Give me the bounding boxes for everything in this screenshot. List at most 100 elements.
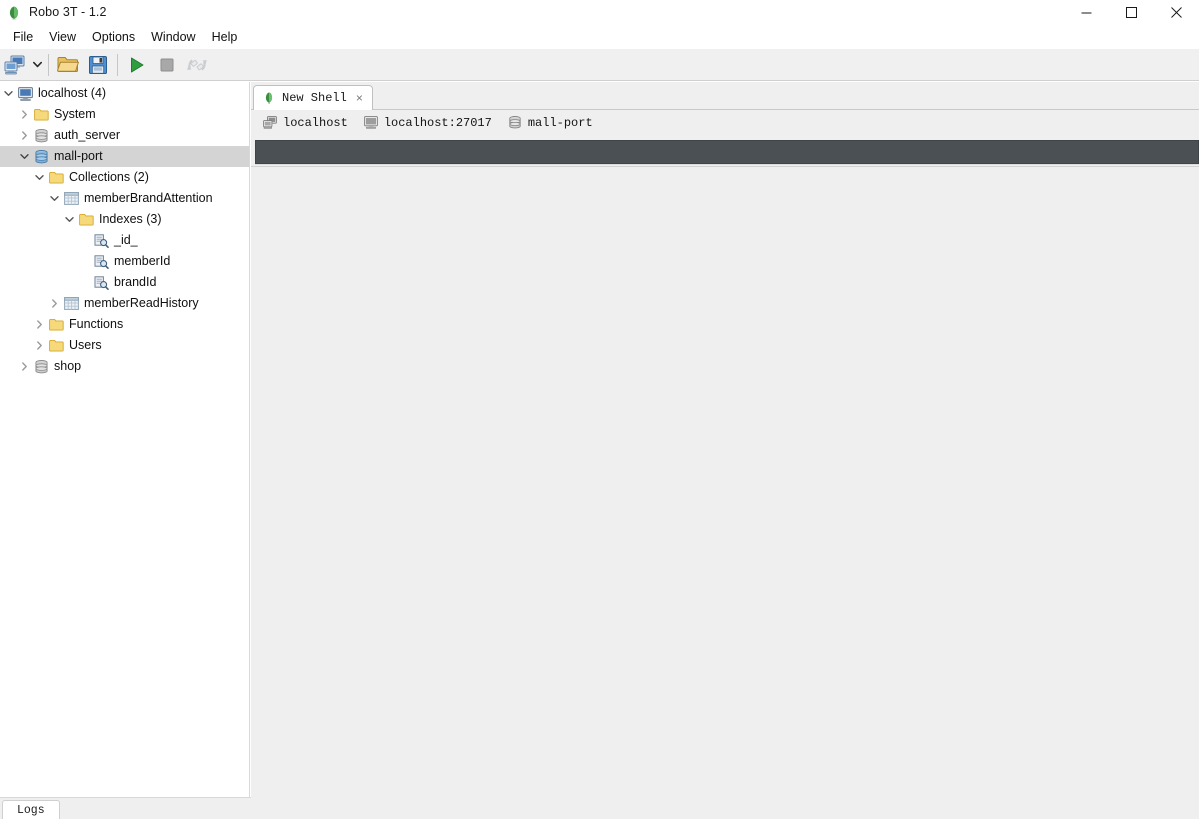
folder-icon bbox=[47, 314, 65, 335]
close-icon[interactable]: × bbox=[354, 91, 365, 105]
tree-item-users[interactable]: Users bbox=[0, 335, 249, 356]
open-script-button[interactable] bbox=[53, 50, 83, 80]
tree-item-localhost[interactable]: localhost (4) bbox=[0, 83, 249, 104]
tab-logs[interactable]: Logs bbox=[2, 800, 60, 819]
tree-item-collections[interactable]: Collections (2) bbox=[0, 167, 249, 188]
tree-item-mall-port[interactable]: mall-port bbox=[0, 146, 249, 167]
tree-item-auth-server[interactable]: auth_server bbox=[0, 125, 249, 146]
menu-item-help[interactable]: Help bbox=[204, 27, 246, 47]
shell-info-label: localhost bbox=[283, 116, 348, 130]
chevron-right-icon[interactable] bbox=[16, 125, 32, 146]
shell-info-label: mall-port bbox=[527, 116, 593, 130]
chevron-right-icon[interactable] bbox=[31, 335, 47, 356]
menu-item-view[interactable]: View bbox=[41, 27, 84, 47]
tree-item-system[interactable]: System bbox=[0, 104, 249, 125]
explorer-sidebar[interactable]: localhost (4) System auth_server mall-po… bbox=[0, 82, 250, 798]
chevron-down-icon bbox=[32, 61, 42, 68]
chevron-down-icon[interactable] bbox=[61, 209, 77, 230]
monitor-icon bbox=[363, 116, 378, 130]
chevron-down-icon[interactable] bbox=[46, 188, 62, 209]
stop-button[interactable] bbox=[152, 50, 182, 80]
tree-item-index-brandid[interactable]: brandId bbox=[0, 272, 249, 293]
tree-item-shop[interactable]: shop bbox=[0, 356, 249, 377]
save-script-button[interactable] bbox=[83, 50, 113, 80]
chevron-right-icon[interactable] bbox=[16, 104, 32, 125]
menu-bar: File View Options Window Help bbox=[0, 24, 1199, 49]
execute-button[interactable] bbox=[122, 50, 152, 80]
title-bar: Robo 3T - 1.2 bbox=[0, 0, 1199, 24]
title-bar-left: Robo 3T - 1.2 bbox=[0, 4, 107, 20]
index-icon bbox=[92, 230, 110, 251]
chevron-right-icon[interactable] bbox=[46, 293, 62, 314]
server-monitor-icon bbox=[16, 83, 34, 104]
database-gray-icon bbox=[508, 116, 522, 130]
main-content: New Shell × localhost localhost:27017 ma… bbox=[251, 82, 1199, 798]
tree-item-functions[interactable]: Functions bbox=[0, 314, 249, 335]
results-panel bbox=[251, 166, 1199, 798]
tab-logs-label: Logs bbox=[17, 803, 45, 817]
shell-info-database[interactable]: mall-port bbox=[508, 116, 593, 130]
tree-item-label: memberReadHistory bbox=[84, 296, 199, 310]
toolbar-group-execute bbox=[122, 49, 212, 80]
tree-item-label: _id_ bbox=[114, 233, 138, 247]
tree-item-label: Indexes (3) bbox=[99, 212, 162, 226]
chevron-down-icon[interactable] bbox=[16, 146, 32, 167]
mongodb-leaf-icon bbox=[263, 91, 275, 105]
play-triangle-icon bbox=[128, 56, 146, 74]
rotate-refresh-icon bbox=[186, 55, 208, 75]
folder-icon bbox=[47, 335, 65, 356]
window-controls bbox=[1064, 0, 1199, 24]
chevron-right-icon[interactable] bbox=[31, 314, 47, 335]
toolbar-separator-2 bbox=[117, 53, 118, 76]
index-icon bbox=[92, 251, 110, 272]
connect-button[interactable] bbox=[0, 50, 30, 80]
menu-item-file[interactable]: File bbox=[5, 27, 41, 47]
shell-info-label: localhost:27017 bbox=[383, 116, 492, 130]
folder-icon bbox=[47, 167, 65, 188]
tab-label: New Shell bbox=[282, 91, 347, 105]
tree-item-label: brandId bbox=[114, 275, 157, 289]
minimize-icon[interactable] bbox=[1064, 0, 1109, 24]
tree-item-label: memberId bbox=[114, 254, 171, 268]
menu-item-window[interactable]: Window bbox=[143, 27, 203, 47]
folder-icon bbox=[32, 104, 50, 125]
shell-info-host[interactable]: localhost bbox=[263, 116, 348, 130]
tree-item-index-memberid[interactable]: memberId bbox=[0, 251, 249, 272]
database-blue-icon bbox=[32, 146, 50, 167]
tree-item-index-id[interactable]: _id_ bbox=[0, 230, 249, 251]
bottom-dock: Logs bbox=[0, 798, 1199, 819]
tree-item-label: System bbox=[54, 107, 96, 121]
database-gray-icon bbox=[32, 125, 50, 146]
tree-item-label: Users bbox=[69, 338, 102, 352]
tree-item-label: memberBrandAttention bbox=[84, 191, 213, 205]
chevron-down-icon[interactable] bbox=[31, 167, 47, 188]
collection-grid-icon bbox=[62, 188, 80, 209]
tree-item-memberreadhistory[interactable]: memberReadHistory bbox=[0, 293, 249, 314]
window-title: Robo 3T - 1.2 bbox=[29, 5, 107, 19]
collection-grid-icon bbox=[62, 293, 80, 314]
refresh-button[interactable] bbox=[182, 50, 212, 80]
tree-item-indexes[interactable]: Indexes (3) bbox=[0, 209, 249, 230]
folder-icon bbox=[77, 209, 95, 230]
mongodb-leaf-icon bbox=[6, 4, 22, 20]
database-tree: localhost (4) System auth_server mall-po… bbox=[0, 82, 249, 377]
chevron-down-icon[interactable] bbox=[0, 83, 16, 104]
toolbar-group-connection bbox=[0, 49, 44, 80]
chevron-right-icon[interactable] bbox=[16, 356, 32, 377]
open-folder-icon bbox=[57, 55, 79, 74]
query-editor[interactable] bbox=[255, 140, 1199, 164]
tree-item-label: shop bbox=[54, 359, 82, 373]
maximize-icon[interactable] bbox=[1109, 0, 1154, 24]
close-icon[interactable] bbox=[1154, 0, 1199, 24]
tree-item-memberbrandattention[interactable]: memberBrandAttention bbox=[0, 188, 249, 209]
tree-item-label: Collections (2) bbox=[69, 170, 149, 184]
robo3t-window: Robo 3T - 1.2 File View Options Window H… bbox=[0, 0, 1199, 819]
shell-info-address[interactable]: localhost:27017 bbox=[363, 116, 492, 130]
menu-item-options[interactable]: Options bbox=[84, 27, 143, 47]
connect-dropdown[interactable] bbox=[30, 50, 44, 80]
computers-connect-icon bbox=[4, 55, 26, 75]
tab-new-shell[interactable]: New Shell × bbox=[253, 85, 373, 110]
